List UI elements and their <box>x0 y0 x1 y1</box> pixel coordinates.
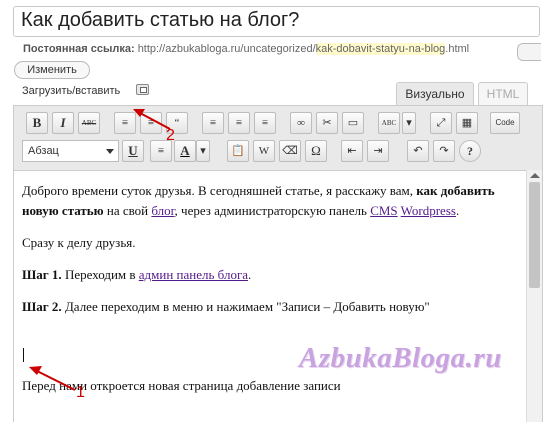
annotation-arrows <box>29 109 171 391</box>
arrow-1 <box>36 370 76 391</box>
marker-1: 1 <box>76 384 85 401</box>
arrow-1-head <box>29 366 42 375</box>
marker-2: 2 <box>166 127 175 144</box>
